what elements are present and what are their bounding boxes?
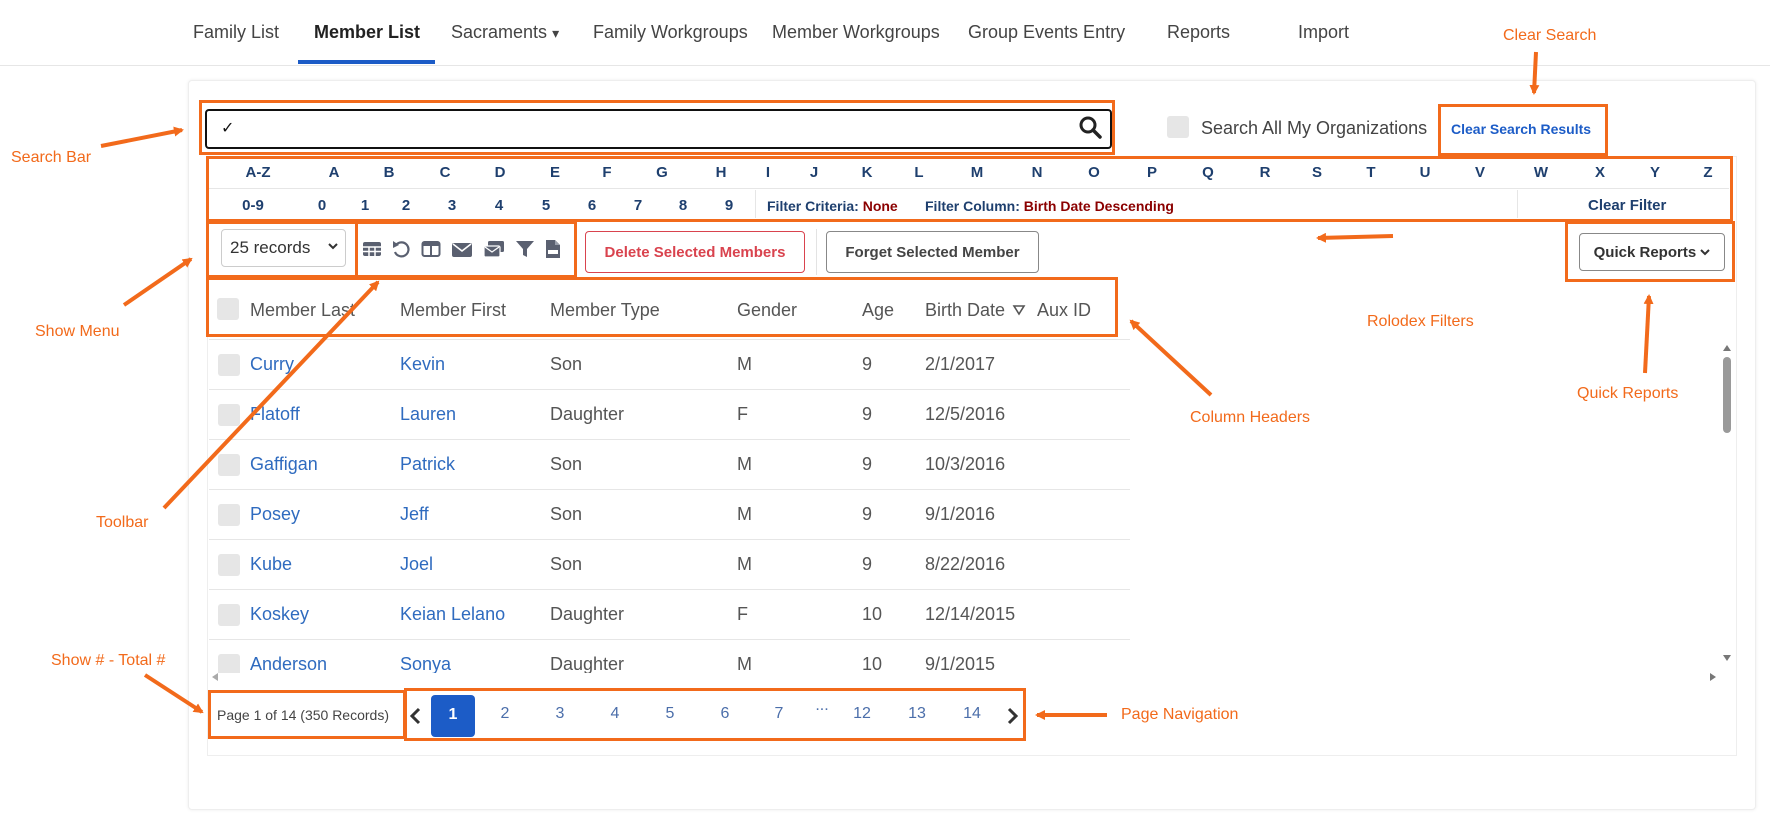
cell-birth-date: 2/1/2017 [925,354,996,374]
cell-member-last[interactable]: Curry [250,354,294,375]
cell-birth-date: 12/14/2015 [925,604,1016,624]
row-checkbox[interactable] [218,454,240,476]
cell-birth-date: 10/3/2016 [925,454,1006,474]
annotation-clear-search: Clear Search [1503,27,1597,44]
cell-member-last[interactable]: Posey [250,504,300,525]
cell-member-first[interactable]: Keian Lelano [400,604,505,625]
cell-age: 9 [862,454,873,474]
tab-import[interactable]: Import [1298,22,1349,43]
cell-member-first[interactable]: Lauren [400,404,456,425]
tab-group-events-entry[interactable]: Group Events Entry [968,22,1125,43]
search-all-label: Search All My Organizations [1201,118,1428,138]
toolbar-divider [816,229,817,275]
row-checkbox[interactable] [218,354,240,376]
cell-member-first[interactable]: Jeff [400,504,429,525]
forget-selected-member-button[interactable]: Forget Selected Member [826,231,1039,273]
cell-birth-date: 12/5/2016 [925,404,1006,424]
cell-gender: M [737,354,752,374]
annotation-quick-reports: Quick Reports [1577,385,1679,402]
cell-age: 9 [862,354,873,374]
vertical-scrollbar-thumb[interactable] [1723,357,1731,433]
cell-birth-date: 9/1/2016 [925,504,996,524]
annotation-search-bar: Search Bar [11,149,92,166]
cell-member-type: Daughter [550,404,625,424]
annotation-show-menu: Show Menu [35,323,120,340]
horizontal-scrollbar[interactable] [209,670,1719,684]
cell-age: 10 [862,604,883,624]
cell-gender: F [737,604,748,624]
table-row[interactable]: Koskey Keian Lelano Daughter F 10 12/14/2015 [209,590,1130,640]
cell-member-last[interactable]: Gaffigan [250,454,318,475]
table-row[interactable]: Anderson Sonya Daughter M 10 9/1/2015 [209,640,1130,673]
chevron-down-icon: ▾ [552,25,560,41]
active-tab-indicator [298,60,435,64]
cell-gender: F [737,404,748,424]
highlight-clear-search [1438,104,1608,156]
highlight-page-info [208,690,406,739]
row-checkbox[interactable] [218,404,240,426]
cell-member-last[interactable]: Koskey [250,604,309,625]
highlight-page-navigation [404,688,1026,741]
row-checkbox[interactable] [218,604,240,626]
tab-reports[interactable]: Reports [1167,22,1230,43]
cell-member-last[interactable]: Flatoff [250,404,300,425]
cell-member-type: Son [550,504,583,524]
highlight-show-menu [206,221,358,278]
table-row[interactable]: Gaffigan Patrick Son M 9 10/3/2016 [209,440,1130,490]
cell-gender: M [737,504,752,524]
cell-birth-date: 8/22/2016 [925,554,1006,574]
tab-member-list[interactable]: Member List [314,22,420,43]
tab-sacraments-label: Sacraments [451,22,548,42]
cell-member-type: Son [550,354,583,374]
cell-member-type: Daughter [550,604,625,624]
delete-selected-members-button[interactable]: Delete Selected Members [585,231,805,273]
annotation-column-headers: Column Headers [1190,409,1311,426]
table-row[interactable]: Posey Jeff Son M 9 9/1/2016 [209,490,1130,540]
row-checkbox[interactable] [218,504,240,526]
tab-member-workgroups[interactable]: Member Workgroups [772,22,940,43]
annotation-show-total: Show # - Total # [51,652,166,669]
annotation-page-navigation: Page Navigation [1121,706,1239,723]
table-row[interactable]: Flatoff Lauren Daughter F 9 12/5/2016 [209,390,1130,440]
cell-member-first[interactable]: Patrick [400,454,455,475]
cell-member-type: Son [550,454,583,474]
cell-age: 9 [862,404,873,424]
table-row[interactable]: Curry Kevin Son M 9 2/1/2017 [209,340,1130,390]
highlight-search-bar [199,100,1115,155]
row-checkbox[interactable] [218,554,240,576]
highlight-column-headers [206,277,1118,337]
tab-family-list[interactable]: Family List [193,22,279,43]
cell-member-first[interactable]: Kevin [400,354,445,375]
table-body: Curry Kevin Son M 9 2/1/2017 Flatoff Lauren Daug… [209,340,1130,673]
highlight-rolodex [206,156,1733,222]
highlight-quick-reports [1565,221,1735,282]
cell-gender: M [737,554,752,574]
cell-member-last[interactable]: Kube [250,554,292,575]
annotation-rolodex-filters: Rolodex Filters [1367,313,1474,330]
search-all-checkbox[interactable] [1167,116,1189,138]
annotation-toolbar: Toolbar [96,514,149,531]
cell-member-first[interactable]: Joel [400,554,433,575]
table-row[interactable]: Kube Joel Son M 9 8/22/2016 [209,540,1130,590]
cell-gender: M [737,454,752,474]
tab-sacraments[interactable]: Sacraments ▾ [451,22,559,43]
cell-age: 9 [862,504,873,524]
cell-age: 9 [862,554,873,574]
tab-family-workgroups[interactable]: Family Workgroups [593,22,748,43]
cell-member-type: Son [550,554,583,574]
highlight-toolbar [355,221,577,278]
